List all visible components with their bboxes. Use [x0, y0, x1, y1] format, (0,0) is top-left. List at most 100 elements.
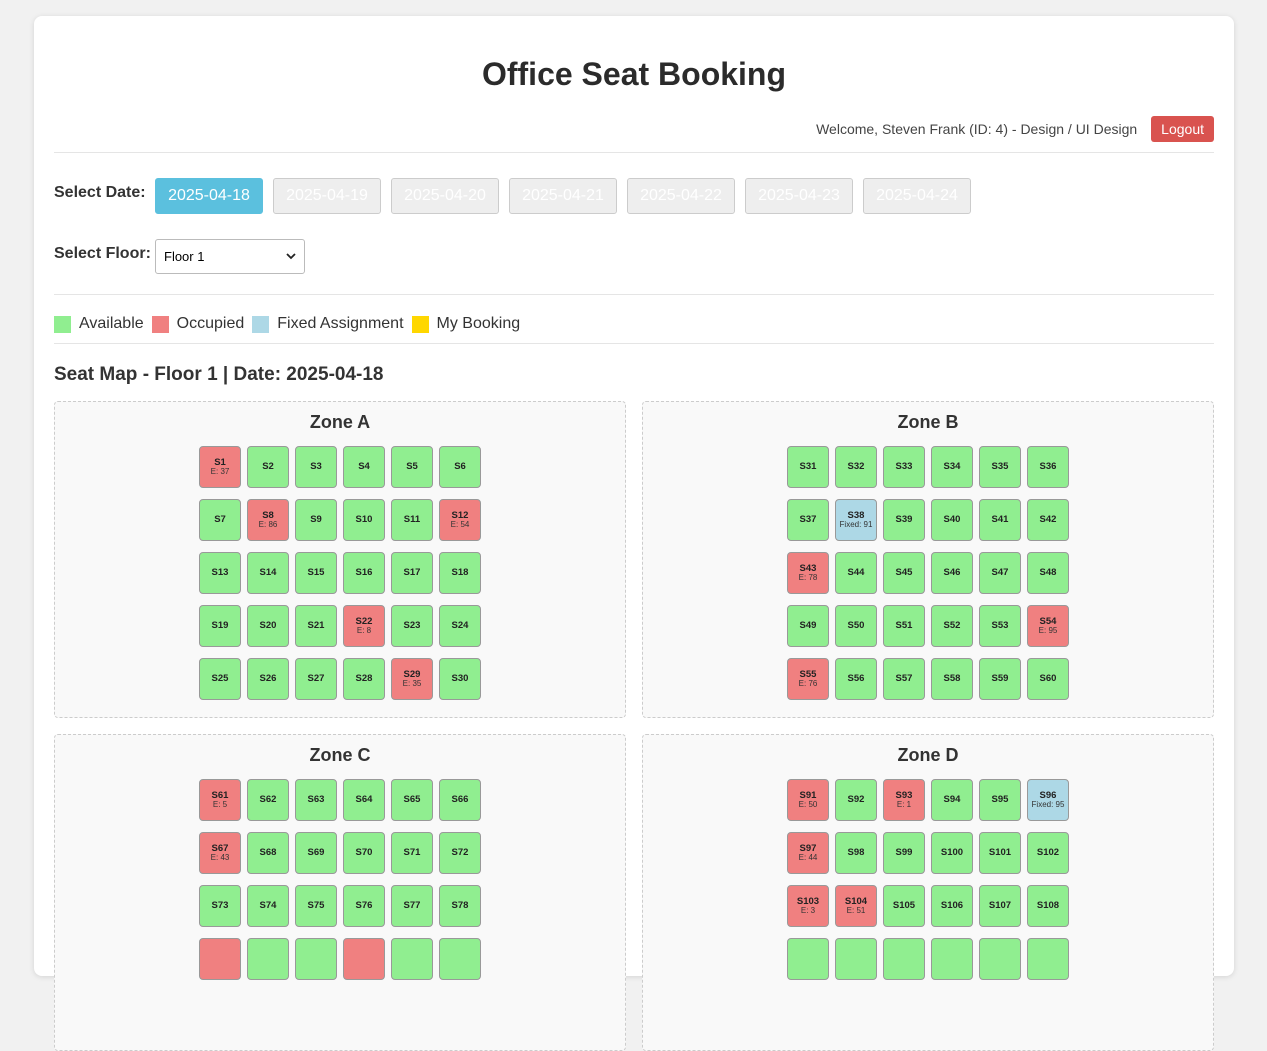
seat-occupied[interactable]: S54 E: 95: [1027, 605, 1069, 647]
seat-available[interactable]: [247, 938, 289, 980]
seat-available[interactable]: S36: [1027, 446, 1069, 488]
seat-occupied[interactable]: [199, 938, 241, 980]
seat-available[interactable]: S28: [343, 658, 385, 700]
seat-available[interactable]: S10: [343, 499, 385, 541]
seat-available[interactable]: S102: [1027, 832, 1069, 874]
seat-available[interactable]: S49: [787, 605, 829, 647]
seat-available[interactable]: S108: [1027, 885, 1069, 927]
seat-available[interactable]: S65: [391, 779, 433, 821]
seat-available[interactable]: S57: [883, 658, 925, 700]
seat-available[interactable]: S72: [439, 832, 481, 874]
seat-available[interactable]: S6: [439, 446, 481, 488]
seat-available[interactable]: S47: [979, 552, 1021, 594]
seat-available[interactable]: S25: [199, 658, 241, 700]
logout-button[interactable]: Logout: [1151, 116, 1214, 142]
seat-available[interactable]: S51: [883, 605, 925, 647]
seat-available[interactable]: S58: [931, 658, 973, 700]
seat-available[interactable]: S31: [787, 446, 829, 488]
seat-available[interactable]: S106: [931, 885, 973, 927]
seat-available[interactable]: S75: [295, 885, 337, 927]
seat-available[interactable]: S60: [1027, 658, 1069, 700]
seat-available[interactable]: [883, 938, 925, 980]
seat-available[interactable]: S52: [931, 605, 973, 647]
seat-available[interactable]: S66: [439, 779, 481, 821]
seat-available[interactable]: S21: [295, 605, 337, 647]
seat-available[interactable]: S32: [835, 446, 877, 488]
seat-occupied[interactable]: S1 E: 37: [199, 446, 241, 488]
seat-available[interactable]: S41: [979, 499, 1021, 541]
seat-available[interactable]: S37: [787, 499, 829, 541]
seat-available[interactable]: [295, 938, 337, 980]
date-button[interactable]: 2025-04-22: [627, 178, 735, 214]
seat-occupied[interactable]: S67 E: 43: [199, 832, 241, 874]
seat-occupied[interactable]: [343, 938, 385, 980]
seat-available[interactable]: S100: [931, 832, 973, 874]
seat-available[interactable]: S7: [199, 499, 241, 541]
seat-occupied[interactable]: S103 E: 3: [787, 885, 829, 927]
seat-available[interactable]: S39: [883, 499, 925, 541]
seat-available[interactable]: S48: [1027, 552, 1069, 594]
seat-available[interactable]: S30: [439, 658, 481, 700]
seat-available[interactable]: [931, 938, 973, 980]
seat-available[interactable]: S92: [835, 779, 877, 821]
seat-available[interactable]: S24: [439, 605, 481, 647]
seat-occupied[interactable]: S55 E: 76: [787, 658, 829, 700]
seat-available[interactable]: S42: [1027, 499, 1069, 541]
seat-available[interactable]: S53: [979, 605, 1021, 647]
seat-available[interactable]: S101: [979, 832, 1021, 874]
seat-available[interactable]: S9: [295, 499, 337, 541]
seat-occupied[interactable]: S91 E: 50: [787, 779, 829, 821]
seat-available[interactable]: [1027, 938, 1069, 980]
seat-available[interactable]: S16: [343, 552, 385, 594]
seat-occupied[interactable]: S12 E: 54: [439, 499, 481, 541]
seat-available[interactable]: S18: [439, 552, 481, 594]
seat-available[interactable]: [391, 938, 433, 980]
seat-available[interactable]: S4: [343, 446, 385, 488]
seat-available[interactable]: S26: [247, 658, 289, 700]
seat-available[interactable]: [439, 938, 481, 980]
seat-available[interactable]: S63: [295, 779, 337, 821]
seat-available[interactable]: S27: [295, 658, 337, 700]
seat-available[interactable]: S34: [931, 446, 973, 488]
seat-available[interactable]: S59: [979, 658, 1021, 700]
seat-available[interactable]: [835, 938, 877, 980]
seat-occupied[interactable]: S8 E: 86: [247, 499, 289, 541]
seat-available[interactable]: S14: [247, 552, 289, 594]
seat-fixed[interactable]: S38 Fixed: 91: [835, 499, 877, 541]
date-button[interactable]: 2025-04-21: [509, 178, 617, 214]
seat-fixed[interactable]: S96 Fixed: 95: [1027, 779, 1069, 821]
date-button[interactable]: 2025-04-24: [863, 178, 971, 214]
seat-available[interactable]: S78: [439, 885, 481, 927]
seat-available[interactable]: S45: [883, 552, 925, 594]
seat-available[interactable]: S56: [835, 658, 877, 700]
seat-available[interactable]: S74: [247, 885, 289, 927]
seat-available[interactable]: S5: [391, 446, 433, 488]
seat-available[interactable]: S105: [883, 885, 925, 927]
seat-available[interactable]: S107: [979, 885, 1021, 927]
seat-occupied[interactable]: S61 E: 5: [199, 779, 241, 821]
seat-available[interactable]: S98: [835, 832, 877, 874]
seat-available[interactable]: S20: [247, 605, 289, 647]
date-button[interactable]: 2025-04-18: [155, 178, 263, 214]
seat-available[interactable]: S71: [391, 832, 433, 874]
seat-available[interactable]: S13: [199, 552, 241, 594]
seat-available[interactable]: S62: [247, 779, 289, 821]
seat-available[interactable]: S99: [883, 832, 925, 874]
seat-available[interactable]: S95: [979, 779, 1021, 821]
seat-available[interactable]: [979, 938, 1021, 980]
seat-available[interactable]: S35: [979, 446, 1021, 488]
seat-available[interactable]: S94: [931, 779, 973, 821]
seat-available[interactable]: S44: [835, 552, 877, 594]
seat-available[interactable]: S46: [931, 552, 973, 594]
seat-available[interactable]: S19: [199, 605, 241, 647]
seat-available[interactable]: S70: [343, 832, 385, 874]
seat-available[interactable]: [787, 938, 829, 980]
seat-available[interactable]: S3: [295, 446, 337, 488]
date-button[interactable]: 2025-04-19: [273, 178, 381, 214]
seat-available[interactable]: S77: [391, 885, 433, 927]
seat-available[interactable]: S50: [835, 605, 877, 647]
floor-select[interactable]: Floor 1: [155, 239, 305, 274]
seat-available[interactable]: S23: [391, 605, 433, 647]
seat-available[interactable]: S15: [295, 552, 337, 594]
seat-available[interactable]: S68: [247, 832, 289, 874]
